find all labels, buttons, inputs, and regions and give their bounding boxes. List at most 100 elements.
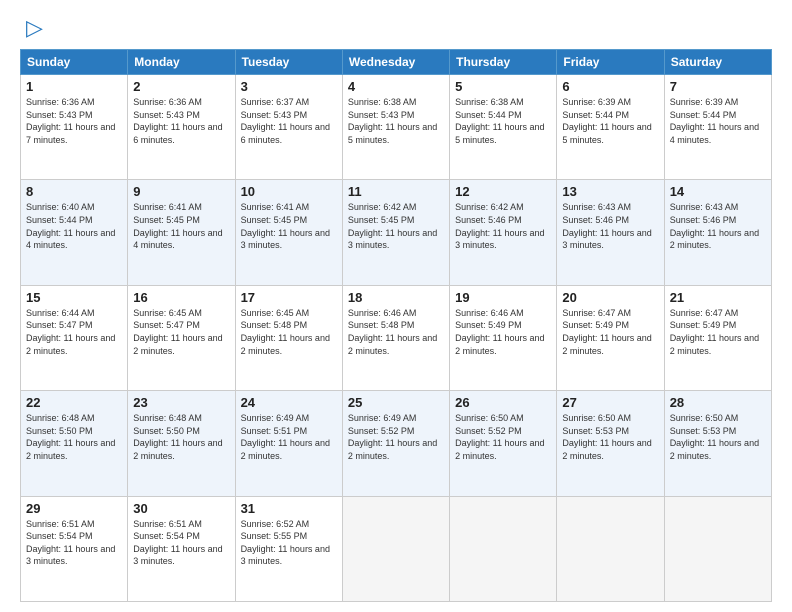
day-number: 26 — [455, 395, 551, 410]
day-number: 1 — [26, 79, 122, 94]
day-info: Sunrise: 6:39 AMSunset: 5:44 PMDaylight:… — [670, 96, 766, 146]
calendar-week-row: 22 Sunrise: 6:48 AMSunset: 5:50 PMDayligh… — [21, 391, 772, 496]
day-number: 3 — [241, 79, 337, 94]
calendar-day-header: Sunday — [21, 50, 128, 75]
day-info: Sunrise: 6:50 AMSunset: 5:52 PMDaylight:… — [455, 412, 551, 462]
calendar-cell: 1 Sunrise: 6:36 AMSunset: 5:43 PMDaylight… — [21, 75, 128, 180]
calendar-day-header: Friday — [557, 50, 664, 75]
day-number: 16 — [133, 290, 229, 305]
calendar-cell — [557, 496, 664, 601]
day-info: Sunrise: 6:43 AMSunset: 5:46 PMDaylight:… — [562, 201, 658, 251]
day-number: 5 — [455, 79, 551, 94]
calendar-day-header: Tuesday — [235, 50, 342, 75]
day-info: Sunrise: 6:47 AMSunset: 5:49 PMDaylight:… — [562, 307, 658, 357]
day-number: 14 — [670, 184, 766, 199]
day-number: 18 — [348, 290, 444, 305]
day-info: Sunrise: 6:40 AMSunset: 5:44 PMDaylight:… — [26, 201, 122, 251]
day-number: 8 — [26, 184, 122, 199]
day-number: 22 — [26, 395, 122, 410]
day-info: Sunrise: 6:37 AMSunset: 5:43 PMDaylight:… — [241, 96, 337, 146]
day-number: 29 — [26, 501, 122, 516]
day-number: 25 — [348, 395, 444, 410]
calendar-cell: 28 Sunrise: 6:50 AMSunset: 5:53 PMDayligh… — [664, 391, 771, 496]
day-number: 15 — [26, 290, 122, 305]
calendar-cell: 31 Sunrise: 6:52 AMSunset: 5:55 PMDayligh… — [235, 496, 342, 601]
day-info: Sunrise: 6:44 AMSunset: 5:47 PMDaylight:… — [26, 307, 122, 357]
day-info: Sunrise: 6:46 AMSunset: 5:49 PMDaylight:… — [455, 307, 551, 357]
calendar-cell: 16 Sunrise: 6:45 AMSunset: 5:47 PMDayligh… — [128, 285, 235, 390]
day-info: Sunrise: 6:41 AMSunset: 5:45 PMDaylight:… — [133, 201, 229, 251]
day-number: 6 — [562, 79, 658, 94]
day-info: Sunrise: 6:43 AMSunset: 5:46 PMDaylight:… — [670, 201, 766, 251]
day-info: Sunrise: 6:41 AMSunset: 5:45 PMDaylight:… — [241, 201, 337, 251]
day-info: Sunrise: 6:36 AMSunset: 5:43 PMDaylight:… — [26, 96, 122, 146]
calendar-cell: 15 Sunrise: 6:44 AMSunset: 5:47 PMDayligh… — [21, 285, 128, 390]
day-number: 12 — [455, 184, 551, 199]
day-info: Sunrise: 6:46 AMSunset: 5:48 PMDaylight:… — [348, 307, 444, 357]
calendar-cell — [342, 496, 449, 601]
day-number: 30 — [133, 501, 229, 516]
day-info: Sunrise: 6:39 AMSunset: 5:44 PMDaylight:… — [562, 96, 658, 146]
calendar-cell: 17Sunrise: 6:45 AMSunset: 5:48 PMDayligh… — [235, 285, 342, 390]
calendar-cell — [450, 496, 557, 601]
calendar-cell: 21 Sunrise: 6:47 AMSunset: 5:49 PMDayligh… — [664, 285, 771, 390]
day-info: Sunrise: 6:50 AMSunset: 5:53 PMDaylight:… — [670, 412, 766, 462]
day-info: Sunrise: 6:42 AMSunset: 5:45 PMDaylight:… — [348, 201, 444, 251]
calendar-body: 1 Sunrise: 6:36 AMSunset: 5:43 PMDaylight… — [21, 75, 772, 602]
calendar-cell: 2Sunrise: 6:36 AMSunset: 5:43 PMDaylight… — [128, 75, 235, 180]
day-number: 27 — [562, 395, 658, 410]
day-number: 23 — [133, 395, 229, 410]
day-number: 9 — [133, 184, 229, 199]
calendar-cell: 4 Sunrise: 6:38 AMSunset: 5:43 PMDaylight… — [342, 75, 449, 180]
calendar-cell: 6 Sunrise: 6:39 AMSunset: 5:44 PMDaylight… — [557, 75, 664, 180]
day-number: 28 — [670, 395, 766, 410]
calendar-cell: 18 Sunrise: 6:46 AMSunset: 5:48 PMDayligh… — [342, 285, 449, 390]
day-info: Sunrise: 6:49 AMSunset: 5:51 PMDaylight:… — [241, 412, 337, 462]
calendar-cell — [664, 496, 771, 601]
day-info: Sunrise: 6:51 AMSunset: 5:54 PMDaylight:… — [26, 518, 122, 568]
calendar-week-row: 29 Sunrise: 6:51 AMSunset: 5:54 PMDayligh… — [21, 496, 772, 601]
calendar-cell: 5 Sunrise: 6:38 AMSunset: 5:44 PMDaylight… — [450, 75, 557, 180]
calendar-header-row: SundayMondayTuesdayWednesdayThursdayFrid… — [21, 50, 772, 75]
calendar-week-row: 1 Sunrise: 6:36 AMSunset: 5:43 PMDaylight… — [21, 75, 772, 180]
day-info: Sunrise: 6:36 AMSunset: 5:43 PMDaylight:… — [133, 96, 229, 146]
calendar-cell: 12 Sunrise: 6:42 AMSunset: 5:46 PMDayligh… — [450, 180, 557, 285]
day-info: Sunrise: 6:42 AMSunset: 5:46 PMDaylight:… — [455, 201, 551, 251]
header: ▷ — [20, 15, 772, 41]
day-info: Sunrise: 6:48 AMSunset: 5:50 PMDaylight:… — [133, 412, 229, 462]
day-number: 17 — [241, 290, 337, 305]
day-info: Sunrise: 6:38 AMSunset: 5:43 PMDaylight:… — [348, 96, 444, 146]
calendar-week-row: 15 Sunrise: 6:44 AMSunset: 5:47 PMDayligh… — [21, 285, 772, 390]
day-info: Sunrise: 6:48 AMSunset: 5:50 PMDaylight:… — [26, 412, 122, 462]
calendar-cell: 30 Sunrise: 6:51 AMSunset: 5:54 PMDayligh… — [128, 496, 235, 601]
day-number: 4 — [348, 79, 444, 94]
day-info: Sunrise: 6:38 AMSunset: 5:44 PMDaylight:… — [455, 96, 551, 146]
day-info: Sunrise: 6:51 AMSunset: 5:54 PMDaylight:… — [133, 518, 229, 568]
calendar-cell: 13Sunrise: 6:43 AMSunset: 5:46 PMDayligh… — [557, 180, 664, 285]
day-number: 11 — [348, 184, 444, 199]
calendar-cell: 27Sunrise: 6:50 AMSunset: 5:53 PMDayligh… — [557, 391, 664, 496]
calendar-cell: 14 Sunrise: 6:43 AMSunset: 5:46 PMDayligh… — [664, 180, 771, 285]
calendar-day-header: Saturday — [664, 50, 771, 75]
day-info: Sunrise: 6:45 AMSunset: 5:47 PMDaylight:… — [133, 307, 229, 357]
logo: ▷ — [20, 15, 43, 41]
calendar-day-header: Wednesday — [342, 50, 449, 75]
calendar-table: SundayMondayTuesdayWednesdayThursdayFrid… — [20, 49, 772, 602]
day-number: 21 — [670, 290, 766, 305]
day-info: Sunrise: 6:52 AMSunset: 5:55 PMDaylight:… — [241, 518, 337, 568]
calendar-day-header: Monday — [128, 50, 235, 75]
day-info: Sunrise: 6:49 AMSunset: 5:52 PMDaylight:… — [348, 412, 444, 462]
page: ▷ SundayMondayTuesdayWednesdayThursdayFr… — [0, 0, 792, 612]
day-number: 20 — [562, 290, 658, 305]
day-number: 31 — [241, 501, 337, 516]
day-info: Sunrise: 6:47 AMSunset: 5:49 PMDaylight:… — [670, 307, 766, 357]
calendar-cell: 10Sunrise: 6:41 AMSunset: 5:45 PMDayligh… — [235, 180, 342, 285]
calendar-cell: 25 Sunrise: 6:49 AMSunset: 5:52 PMDayligh… — [342, 391, 449, 496]
day-number: 7 — [670, 79, 766, 94]
calendar-cell: 24 Sunrise: 6:49 AMSunset: 5:51 PMDayligh… — [235, 391, 342, 496]
calendar-cell: 23 Sunrise: 6:48 AMSunset: 5:50 PMDayligh… — [128, 391, 235, 496]
logo-icon: ▷ — [26, 15, 43, 41]
day-number: 24 — [241, 395, 337, 410]
calendar-cell: 29 Sunrise: 6:51 AMSunset: 5:54 PMDayligh… — [21, 496, 128, 601]
calendar-cell: 11 Sunrise: 6:42 AMSunset: 5:45 PMDayligh… — [342, 180, 449, 285]
